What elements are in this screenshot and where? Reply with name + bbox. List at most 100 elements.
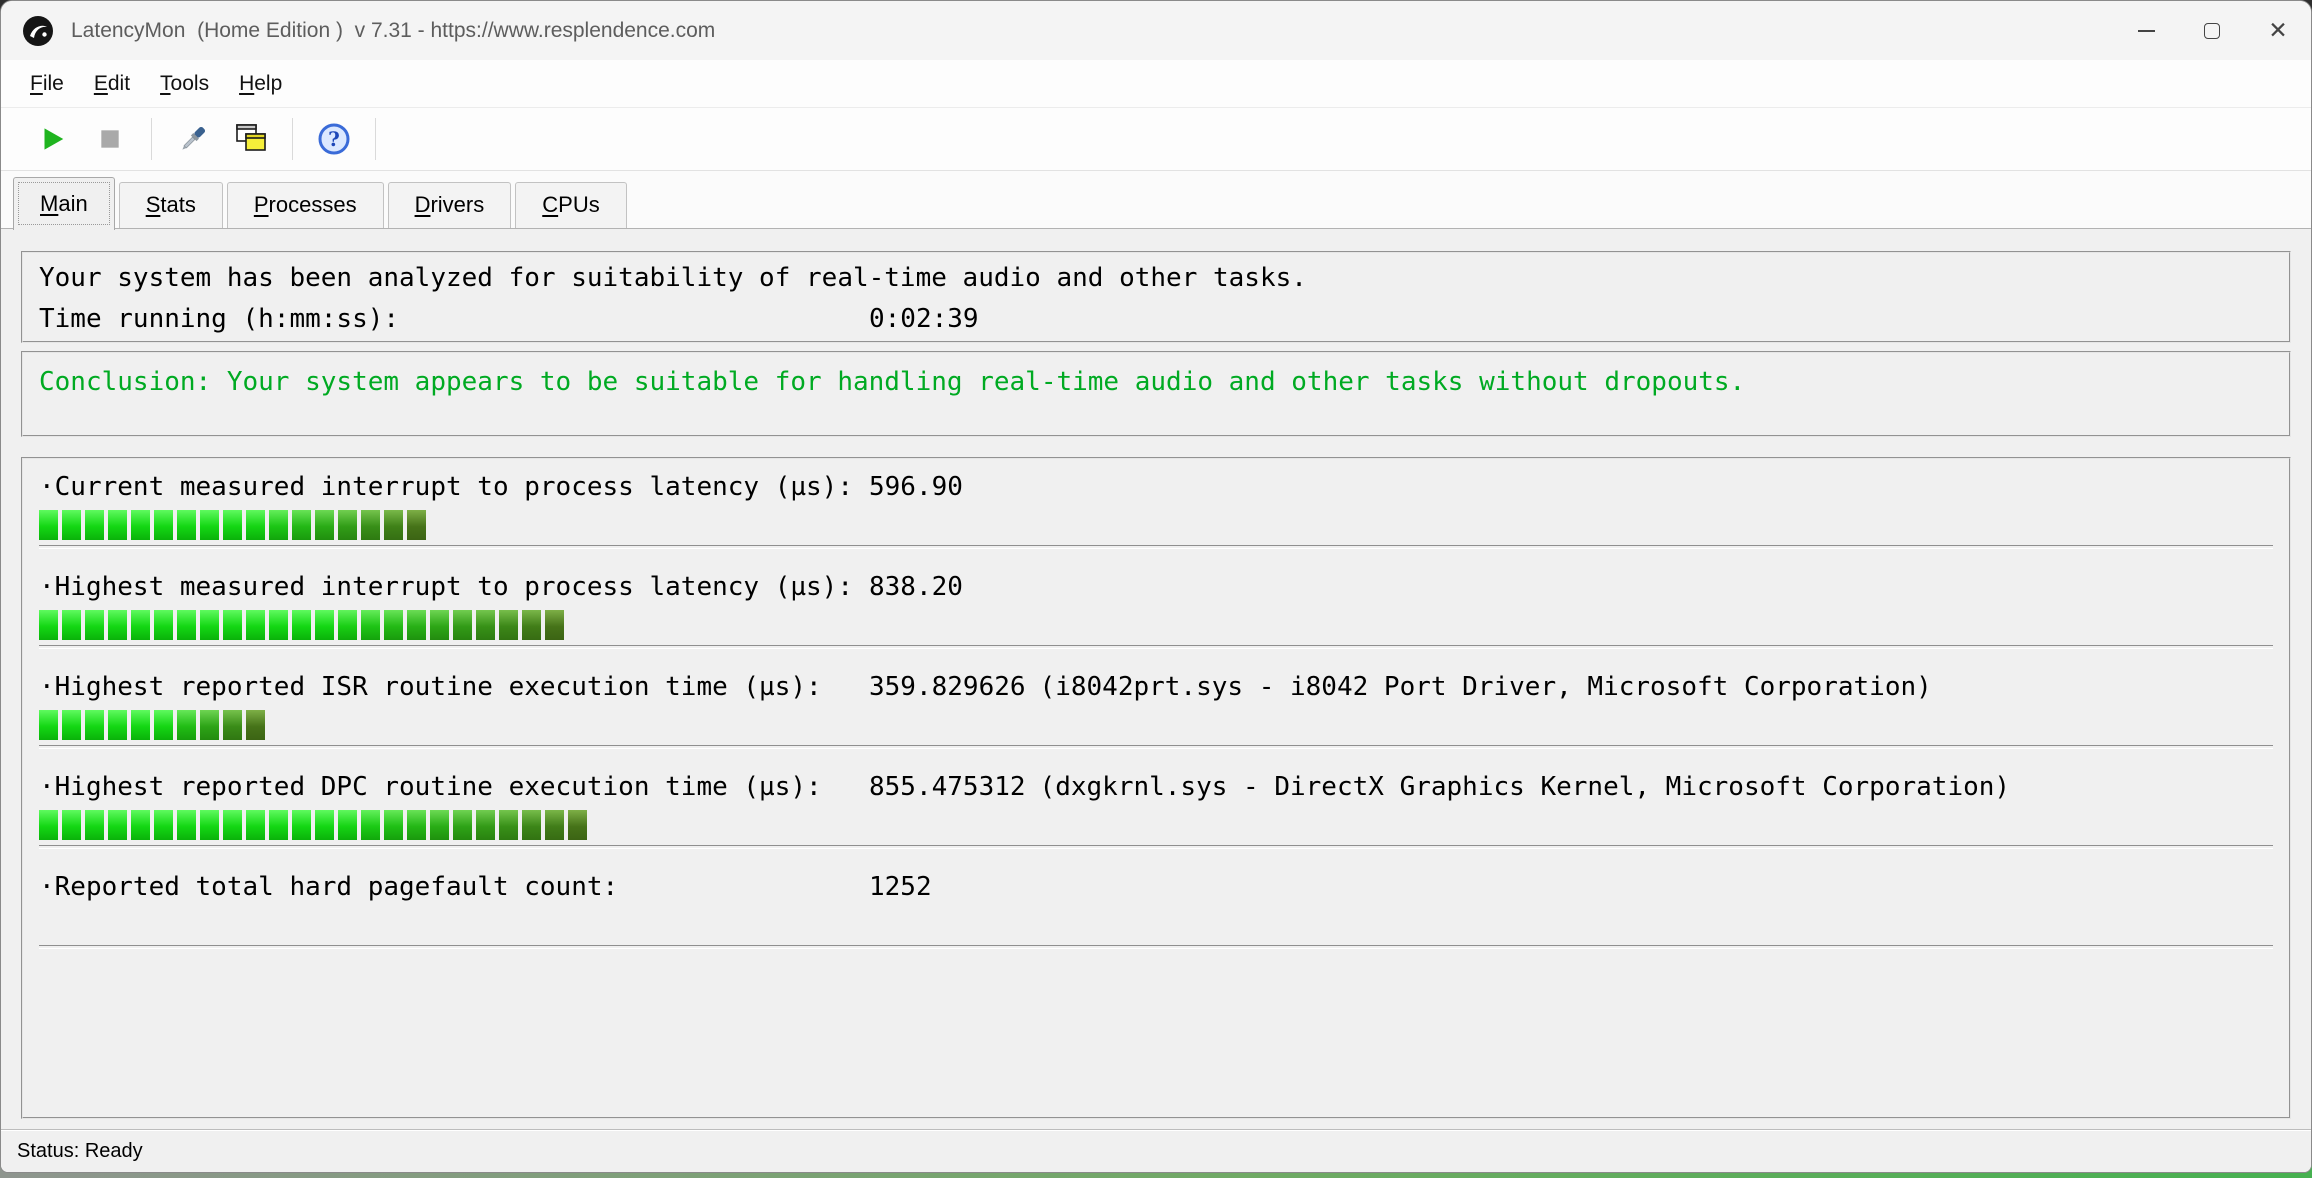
bar-segment xyxy=(39,510,58,540)
time-running-value: 0:02:39 xyxy=(869,299,979,340)
bar-segment xyxy=(361,610,380,640)
bar-segment xyxy=(177,510,196,540)
metric-dpc-time: ·Highest reported DPC routine execution … xyxy=(39,771,2273,849)
bar-segment xyxy=(338,610,357,640)
latency-bar xyxy=(39,710,2273,740)
toolbar: ? xyxy=(1,108,2311,171)
start-monitor-button[interactable] xyxy=(23,114,81,164)
tab-drivers[interactable]: Drivers xyxy=(388,182,512,228)
cascade-windows-button[interactable] xyxy=(222,114,280,164)
bar-segment xyxy=(499,610,518,640)
tab-main[interactable]: Main xyxy=(13,177,115,230)
close-icon: ✕ xyxy=(2268,19,2287,42)
metric-label: ·Current measured interrupt to process l… xyxy=(39,471,869,503)
bar-segment xyxy=(177,610,196,640)
bar-segment xyxy=(522,810,541,840)
bar-segment xyxy=(85,610,104,640)
metric-detail: (dxgkrnl.sys - DirectX Graphics Kernel, … xyxy=(1040,771,2011,803)
tab-processes[interactable]: Processes xyxy=(227,182,384,228)
bar-segment xyxy=(361,810,380,840)
bar-segment xyxy=(338,810,357,840)
bar-segment xyxy=(315,810,334,840)
bar-segment xyxy=(407,810,426,840)
bar-segment xyxy=(545,610,564,640)
tab-strip: Main Stats Processes Drivers CPUs xyxy=(1,171,2311,229)
bar-segment xyxy=(246,510,265,540)
bar-segment xyxy=(407,510,426,540)
maximize-button[interactable] xyxy=(2179,1,2245,60)
bar-segment xyxy=(453,610,472,640)
help-button[interactable]: ? xyxy=(305,114,363,164)
bar-segment xyxy=(361,510,380,540)
window-title: LatencyMon (Home Edition ) v 7.31 - http… xyxy=(71,19,715,43)
latencymon-logo-icon xyxy=(21,14,55,48)
bar-segment xyxy=(200,710,219,740)
bar-segment xyxy=(108,510,127,540)
status-bar: Status: Ready xyxy=(1,1129,2311,1172)
menu-help[interactable]: Help xyxy=(224,72,297,96)
cascade-windows-icon xyxy=(234,122,268,156)
bar-segment xyxy=(269,510,288,540)
bar-segment xyxy=(200,510,219,540)
minimize-button[interactable] xyxy=(2113,1,2179,60)
bar-segment xyxy=(315,610,334,640)
metric-isr-time: ·Highest reported ISR routine execution … xyxy=(39,671,2273,749)
menu-bar: File Edit Tools Help xyxy=(1,60,2311,108)
metric-value: 1252 xyxy=(869,871,1015,903)
bar-segment xyxy=(223,610,242,640)
bar-segment xyxy=(154,710,173,740)
status-text: Status: Ready xyxy=(17,1140,143,1163)
time-running-label: Time running (h:mm:ss): xyxy=(39,299,869,340)
bar-segment xyxy=(62,810,81,840)
bar-segment xyxy=(384,510,403,540)
bar-segment xyxy=(108,810,127,840)
tab-stats[interactable]: Stats xyxy=(119,182,223,228)
bar-segment xyxy=(384,810,403,840)
toolbar-separator xyxy=(151,118,152,160)
bar-segment xyxy=(269,810,288,840)
toolbar-separator xyxy=(375,118,376,160)
toolbar-separator xyxy=(292,118,293,160)
metrics-panel: ·Current measured interrupt to process l… xyxy=(21,457,2291,1119)
bar-segment xyxy=(453,810,472,840)
bar-segment xyxy=(292,810,311,840)
menu-edit[interactable]: Edit xyxy=(79,72,145,96)
metric-detail: (i8042prt.sys - i8042 Port Driver, Micro… xyxy=(1040,671,1932,703)
bar-segment xyxy=(131,710,150,740)
bar-segment xyxy=(269,610,288,640)
bar-track xyxy=(39,945,2273,949)
bar-segment xyxy=(476,610,495,640)
analysis-text: Your system has been analyzed for suitab… xyxy=(39,258,2273,299)
bar-segment xyxy=(568,810,587,840)
bar-segment xyxy=(246,610,265,640)
bar-segment xyxy=(246,810,265,840)
metric-highest-latency: ·Highest measured interrupt to process l… xyxy=(39,571,2273,649)
play-icon xyxy=(37,124,67,154)
bar-segment xyxy=(338,510,357,540)
latency-bar xyxy=(39,510,2273,540)
bar-segment xyxy=(545,810,564,840)
bar-segment xyxy=(223,710,242,740)
tab-cpus[interactable]: CPUs xyxy=(515,182,626,228)
bar-segment xyxy=(39,610,58,640)
driver-tools-button[interactable] xyxy=(164,114,222,164)
stop-icon xyxy=(97,126,123,152)
close-button[interactable]: ✕ xyxy=(2245,1,2311,60)
bar-segment xyxy=(154,510,173,540)
menu-tools[interactable]: Tools xyxy=(145,72,224,96)
conclusion-text: Conclusion: Your system appears to be su… xyxy=(39,367,2273,397)
metric-current-latency: ·Current measured interrupt to process l… xyxy=(39,471,2273,549)
screwdriver-icon xyxy=(176,122,210,156)
metric-pagefault-count: ·Reported total hard pagefault count: 12… xyxy=(39,871,2273,949)
bar-segment xyxy=(177,710,196,740)
bar-segment xyxy=(522,610,541,640)
latency-bar xyxy=(39,910,2273,940)
bar-track xyxy=(39,845,2273,849)
bar-segment xyxy=(154,610,173,640)
bar-segment xyxy=(131,610,150,640)
bar-segment xyxy=(131,510,150,540)
menu-file[interactable]: File xyxy=(15,72,79,96)
bar-segment xyxy=(177,810,196,840)
stop-monitor-button[interactable] xyxy=(81,114,139,164)
bar-segment xyxy=(499,810,518,840)
